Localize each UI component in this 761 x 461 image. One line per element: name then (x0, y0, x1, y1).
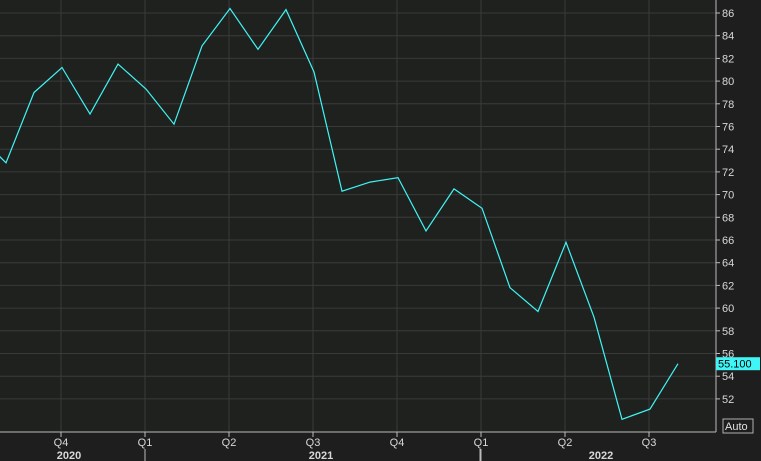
y-tick-label: 68 (722, 212, 734, 224)
plot-background (0, 0, 716, 432)
x-tick-label: Q1 (474, 437, 489, 449)
y-tick-label: 84 (722, 31, 734, 43)
y-tick-label: 54 (722, 371, 734, 383)
year-label: 2021 (309, 450, 333, 461)
y-tick-label: 78 (722, 99, 734, 111)
x-axis: Q4 Q1 Q2 Q3 Q4 Q1 Q2 Q3 2020 2021 2022 (0, 431, 716, 461)
x-tick-label: Q4 (54, 437, 69, 449)
last-value-tag: 55.100 (716, 357, 760, 371)
y-tick-label: 70 (722, 190, 734, 202)
y-tick-label: 66 (722, 235, 734, 247)
y-tick-label: 76 (722, 122, 734, 134)
y-tick-label: 60 (722, 303, 734, 315)
y-tick-label: 52 (722, 394, 734, 406)
x-tick-label: Q2 (558, 437, 573, 449)
y-tick-label: 58 (722, 326, 734, 338)
y-tick-label: 74 (722, 144, 734, 156)
y-tick-label: 80 (722, 76, 734, 88)
x-tick-label: Q4 (390, 437, 405, 449)
y-tick-label: 86 (722, 8, 734, 20)
auto-button[interactable]: Auto (722, 418, 754, 434)
line-chart: 525456586062646668707274767880828486 Q4 Q… (0, 0, 760, 461)
year-label: 2022 (589, 450, 613, 461)
x-tick-label: Q3 (642, 437, 657, 449)
y-tick-label: 72 (722, 167, 734, 179)
y-tick-label: 82 (722, 53, 734, 65)
x-tick-label: Q2 (222, 437, 237, 449)
last-value-label: 55.100 (718, 359, 752, 371)
y-tick-label: 64 (722, 258, 734, 270)
y-tick-label: 62 (722, 280, 734, 292)
x-tick-label: Q1 (138, 437, 153, 449)
auto-button-label[interactable]: Auto (725, 421, 748, 433)
year-label: 2020 (57, 450, 81, 461)
x-tick-label: Q3 (306, 437, 321, 449)
